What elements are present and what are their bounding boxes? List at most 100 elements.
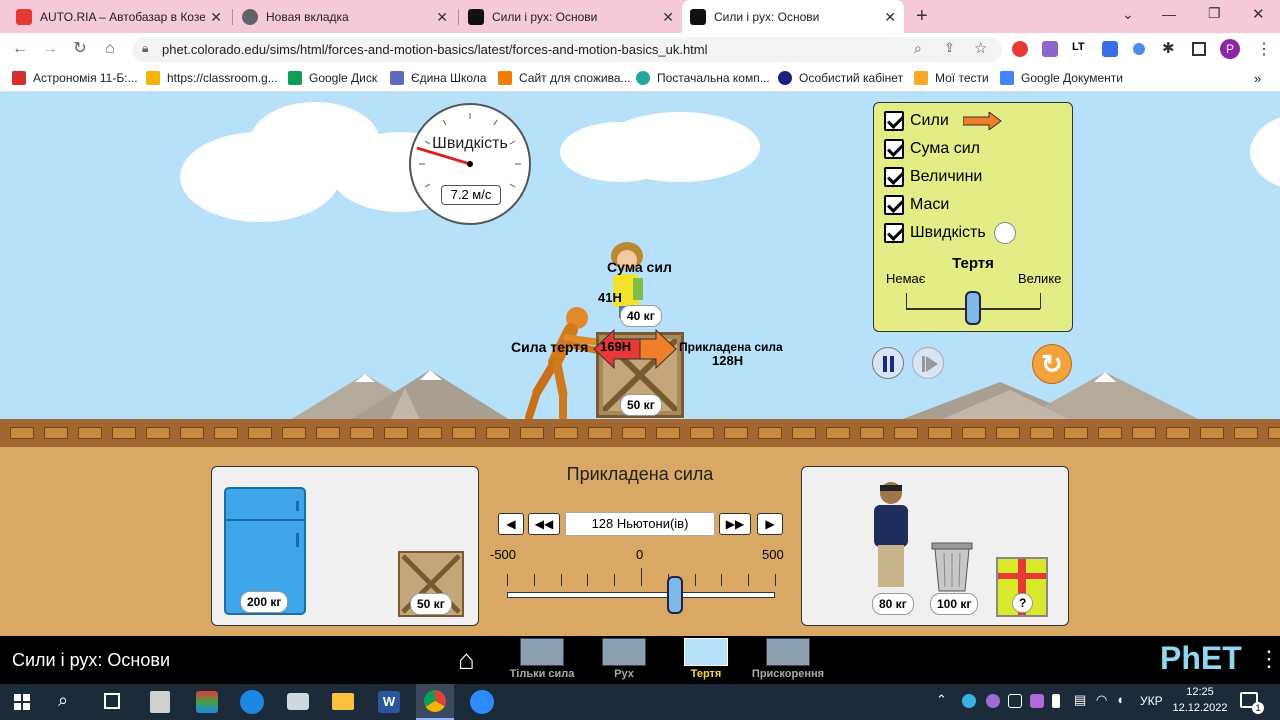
ground-brick: [1064, 427, 1088, 439]
speed-checkbox[interactable]: Швидкість: [884, 219, 1062, 247]
sidepanel-icon[interactable]: [1192, 42, 1206, 56]
search-icon[interactable]: ⌕: [58, 690, 68, 711]
tray-app-icon[interactable]: [1008, 694, 1022, 708]
screen-tab-force-only[interactable]: Тільки сила: [508, 638, 576, 680]
checkbox-icon[interactable]: [884, 167, 904, 187]
slider-tick: [614, 574, 616, 586]
zoom-icon[interactable]: [470, 690, 494, 714]
pause-button[interactable]: [872, 347, 904, 379]
bookmark-star-icon[interactable]: ☆: [974, 39, 987, 57]
friction-slider-thumb[interactable]: [965, 291, 981, 325]
screen-tab-friction[interactable]: Тертя: [672, 638, 740, 680]
bookmarks-overflow-icon[interactable]: »: [1254, 71, 1261, 86]
adblock-icon[interactable]: [1012, 41, 1028, 57]
wifi-icon[interactable]: ◠: [1096, 692, 1107, 708]
bookmark-item[interactable]: Єдина Школа: [390, 71, 486, 85]
step-button[interactable]: [912, 347, 944, 379]
home-icon[interactable]: ⌂: [100, 39, 120, 59]
tray-overflow-icon[interactable]: ⌃: [936, 692, 947, 708]
applied-force-title: Прикладена сила: [566, 464, 714, 484]
checkbox-icon[interactable]: [884, 111, 904, 131]
force-slider-thumb[interactable]: [667, 576, 684, 614]
man-figure[interactable]: [868, 479, 914, 591]
new-tab-icon[interactable]: +: [916, 5, 928, 28]
translate-extension-icon[interactable]: LT: [1072, 41, 1085, 53]
reload-icon[interactable]: ↻: [70, 39, 90, 59]
trash-can[interactable]: [930, 539, 974, 593]
bookmark-item[interactable]: Особистий кабінет: [778, 71, 903, 85]
zoom-icon[interactable]: ⌕: [914, 40, 922, 57]
checkbox-icon[interactable]: [884, 223, 904, 243]
extension-icon[interactable]: [1042, 41, 1058, 57]
bookmark-item[interactable]: Постачальна комп...: [636, 71, 770, 85]
share-icon[interactable]: ⇪: [944, 40, 955, 56]
bookmark-item[interactable]: Мої тести: [914, 71, 989, 85]
tray-app-icon[interactable]: [986, 694, 1000, 708]
menu-icon[interactable]: ⋮: [1256, 39, 1272, 59]
increase-force-button[interactable]: ▶: [757, 513, 783, 535]
browser-tab-phet-1[interactable]: Сили і рух: Основи ✕: [460, 0, 682, 33]
checkbox-icon[interactable]: [884, 139, 904, 159]
chrome-taskbar-button[interactable]: [416, 684, 454, 720]
file-explorer-icon[interactable]: [332, 693, 354, 710]
battery-icon[interactable]: [1052, 694, 1060, 708]
decrease-force-fast-button[interactable]: ◀◀: [528, 513, 560, 535]
bookmark-label: Google Диск: [309, 71, 378, 85]
sum-of-forces-checkbox[interactable]: Сума сил: [884, 135, 1062, 163]
increase-force-fast-button[interactable]: ▶▶: [719, 513, 751, 535]
input-language[interactable]: УКР: [1140, 694, 1163, 708]
app-icon[interactable]: [196, 691, 218, 713]
browser-tab-autoria[interactable]: AUTO.RIA – Автобазар в Козеле ✕: [8, 0, 230, 33]
bookmark-item[interactable]: https://classroom.g...: [146, 71, 278, 85]
home-screen-icon[interactable]: ⌂: [458, 644, 475, 676]
cloud: [600, 112, 760, 182]
bookmark-item[interactable]: Астрономія 11-Б:...: [12, 71, 138, 85]
tray-app-icon[interactable]: [962, 694, 976, 708]
puzzle-icon[interactable]: ✱: [1162, 39, 1175, 57]
volume-icon[interactable]: ◖: [1116, 692, 1124, 707]
screen-tab-acceleration[interactable]: Прискорення: [748, 638, 828, 680]
close-tab-icon[interactable]: ✕: [436, 9, 448, 26]
force-slider-track[interactable]: [507, 592, 775, 598]
decrease-force-button[interactable]: ◀: [498, 513, 524, 535]
network-icon[interactable]: ▤: [1074, 692, 1086, 708]
address-bar[interactable]: 🔒︎ phet.colorado.edu/sims/html/forces-an…: [132, 37, 1002, 62]
bookmark-item[interactable]: Google Документи: [1000, 71, 1123, 85]
bookmark-item[interactable]: Сайт для спожива...: [498, 71, 631, 85]
word-icon[interactable]: W: [378, 691, 400, 713]
task-view-icon[interactable]: [104, 693, 120, 709]
windows-start-icon[interactable]: [14, 694, 30, 710]
phet-menu-icon[interactable]: ⋮: [1258, 646, 1280, 672]
browser-tab-phet-active[interactable]: Сили і рух: Основи ✕: [682, 0, 904, 33]
extension-icon[interactable]: [1133, 43, 1145, 55]
checkbox-icon[interactable]: [884, 195, 904, 215]
camera-icon[interactable]: [287, 693, 309, 710]
edge-icon[interactable]: [240, 690, 264, 714]
profile-avatar[interactable]: P: [1220, 39, 1240, 59]
applied-force-input[interactable]: 128 Ньютони(ів): [565, 512, 715, 536]
bookmark-item[interactable]: Google Диск: [288, 71, 377, 85]
calculator-icon[interactable]: [150, 691, 170, 713]
tab-title: Новая вкладка: [266, 9, 349, 24]
values-checkbox[interactable]: Величини: [884, 163, 1062, 191]
tab-search-icon[interactable]: ⌄: [1122, 6, 1134, 23]
forces-checkbox[interactable]: Сили: [884, 107, 1062, 135]
close-tab-icon[interactable]: ✕: [884, 9, 896, 26]
close-tab-icon[interactable]: ✕: [662, 9, 674, 26]
close-tab-icon[interactable]: ✕: [210, 9, 222, 26]
masses-checkbox[interactable]: Маси: [884, 191, 1062, 219]
tray-app-icon[interactable]: [1030, 694, 1044, 708]
bookmark-favicon-icon: [914, 71, 928, 85]
extension-icon[interactable]: [1102, 41, 1118, 57]
restore-icon[interactable]: ❐: [1208, 5, 1221, 22]
browser-tab-new[interactable]: Новая вкладка ✕: [234, 0, 456, 33]
reset-button[interactable]: ↻: [1032, 344, 1072, 384]
minimize-icon[interactable]: —: [1162, 6, 1176, 22]
clock-time[interactable]: 12:25: [1174, 686, 1226, 698]
screen-tab-motion[interactable]: Рух: [590, 638, 658, 680]
phet-logo[interactable]: PhET: [1160, 640, 1242, 677]
clock-date[interactable]: 12.12.2022: [1170, 702, 1230, 714]
close-window-icon[interactable]: ✕: [1252, 5, 1265, 23]
forward-icon[interactable]: →: [40, 39, 60, 59]
back-icon[interactable]: ←: [10, 39, 30, 59]
